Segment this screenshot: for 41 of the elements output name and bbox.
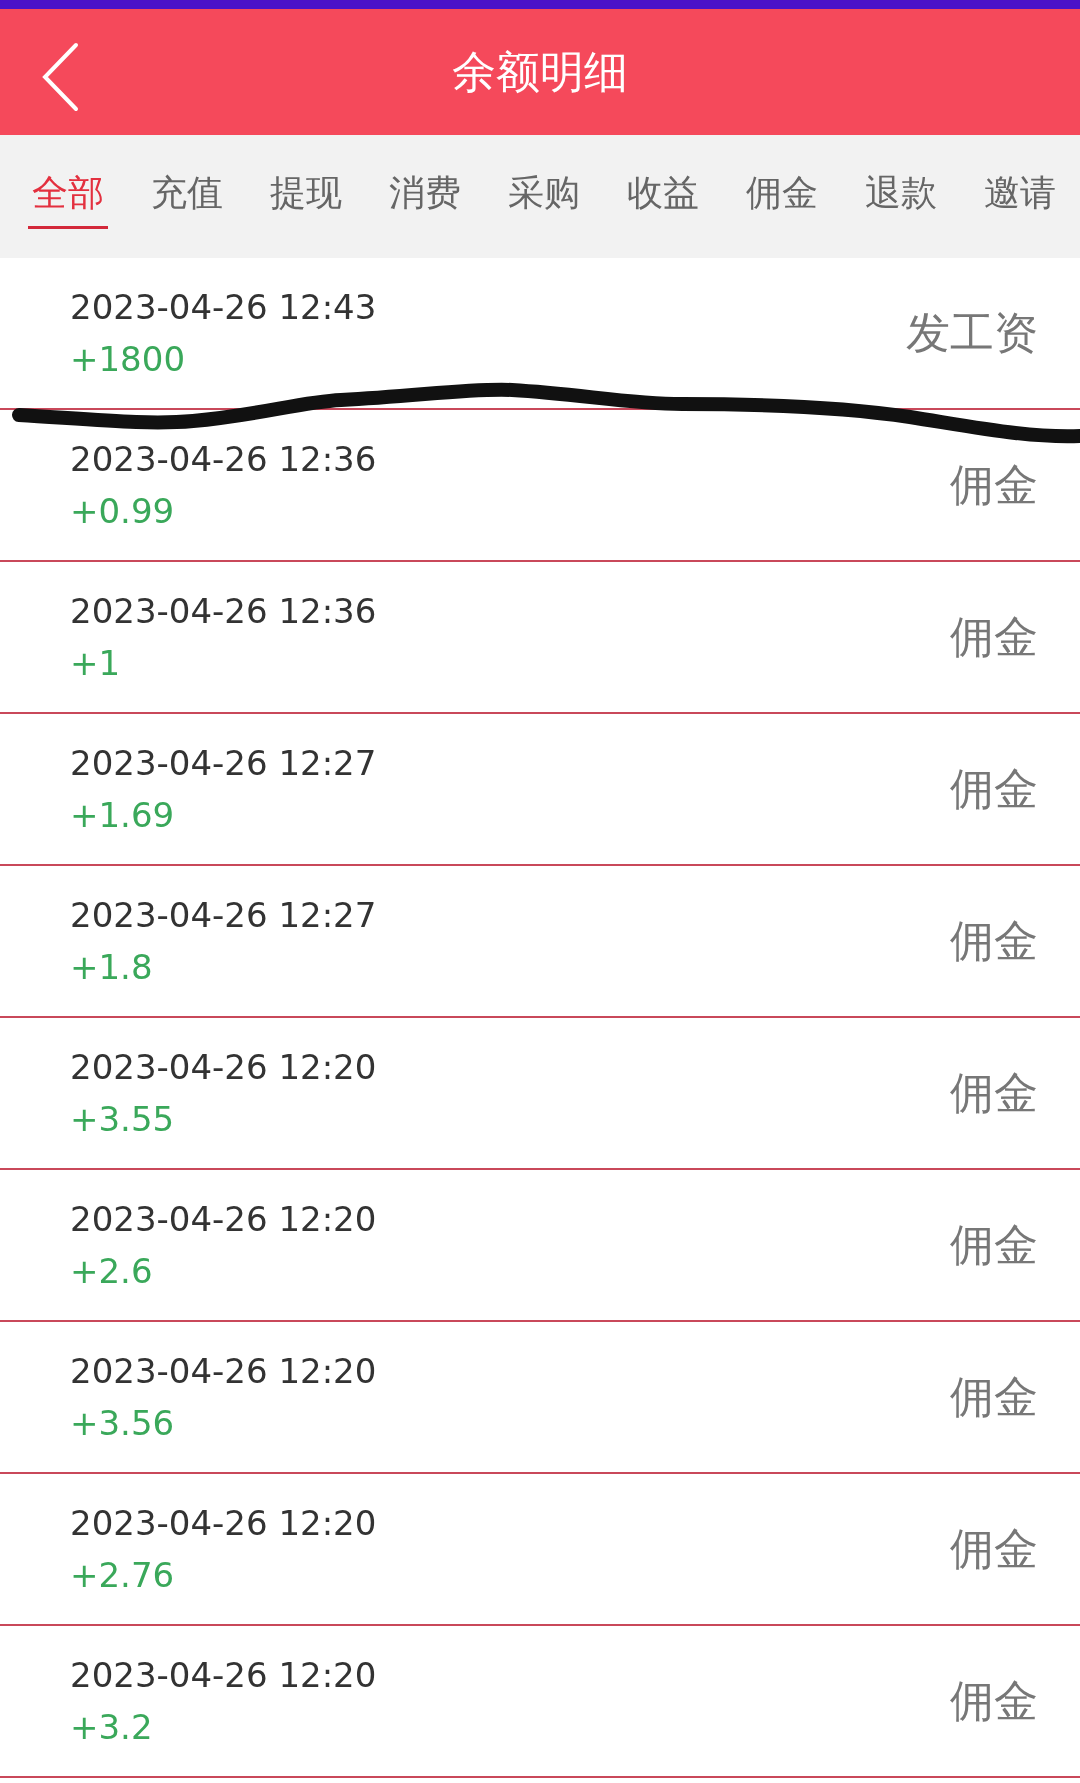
record-amount: +1.69: [70, 795, 176, 835]
record-type: 发工资: [906, 305, 1038, 360]
filter-tab[interactable]: 佣金: [742, 164, 822, 229]
filter-tab[interactable]: 全部: [28, 164, 108, 229]
back-icon[interactable]: [40, 42, 80, 112]
record-amount: +3.56: [70, 1403, 176, 1443]
record-time: 2023-04-26 12:20: [70, 1655, 377, 1695]
record-type: 佣金: [950, 609, 1038, 664]
record-amount: +3.55: [70, 1099, 176, 1139]
record-time: 2023-04-26 12:20: [70, 1503, 377, 1543]
record-amount: +2.6: [70, 1251, 154, 1291]
filter-tab[interactable]: 消费: [385, 164, 465, 229]
record-amount: +1: [70, 643, 122, 683]
record-time: 2023-04-26 12:27: [70, 743, 377, 783]
record-type: 佣金: [950, 1217, 1038, 1272]
page-title: 余额明细: [452, 44, 628, 99]
filter-tab[interactable]: 提现: [266, 164, 346, 229]
filter-tab[interactable]: 邀请: [980, 164, 1060, 229]
record-time: 2023-04-26 12:20: [70, 1047, 377, 1087]
filter-tab[interactable]: 收益: [623, 164, 703, 229]
record-time: 2023-04-26 12:36: [70, 591, 377, 631]
record-time: 2023-04-26 12:27: [70, 895, 377, 935]
record-type: 佣金: [950, 1521, 1038, 1576]
record-time: 2023-04-26 12:20: [70, 1199, 377, 1239]
record-type: 佣金: [950, 913, 1038, 968]
record-amount: +1800: [70, 339, 186, 379]
filter-tab[interactable]: 退款: [861, 164, 941, 229]
record-type: 佣金: [950, 1065, 1038, 1120]
record-amount: +2.76: [70, 1555, 176, 1595]
filter-tab[interactable]: 采购: [504, 164, 584, 229]
record-time: 2023-04-26 12:36: [70, 439, 377, 479]
record-time: 2023-04-26 12:20: [70, 1351, 377, 1391]
filter-tab[interactable]: 充值: [147, 164, 227, 229]
record-type: 佣金: [950, 1673, 1038, 1728]
record-time: 2023-04-26 12:43: [70, 287, 377, 327]
record-amount: +0.99: [70, 491, 176, 531]
record-type: 佣金: [950, 1369, 1038, 1424]
record-type: 佣金: [950, 457, 1038, 512]
record-amount: +1.8: [70, 947, 154, 987]
record-type: 佣金: [950, 761, 1038, 816]
record-amount: +3.2: [70, 1707, 154, 1747]
